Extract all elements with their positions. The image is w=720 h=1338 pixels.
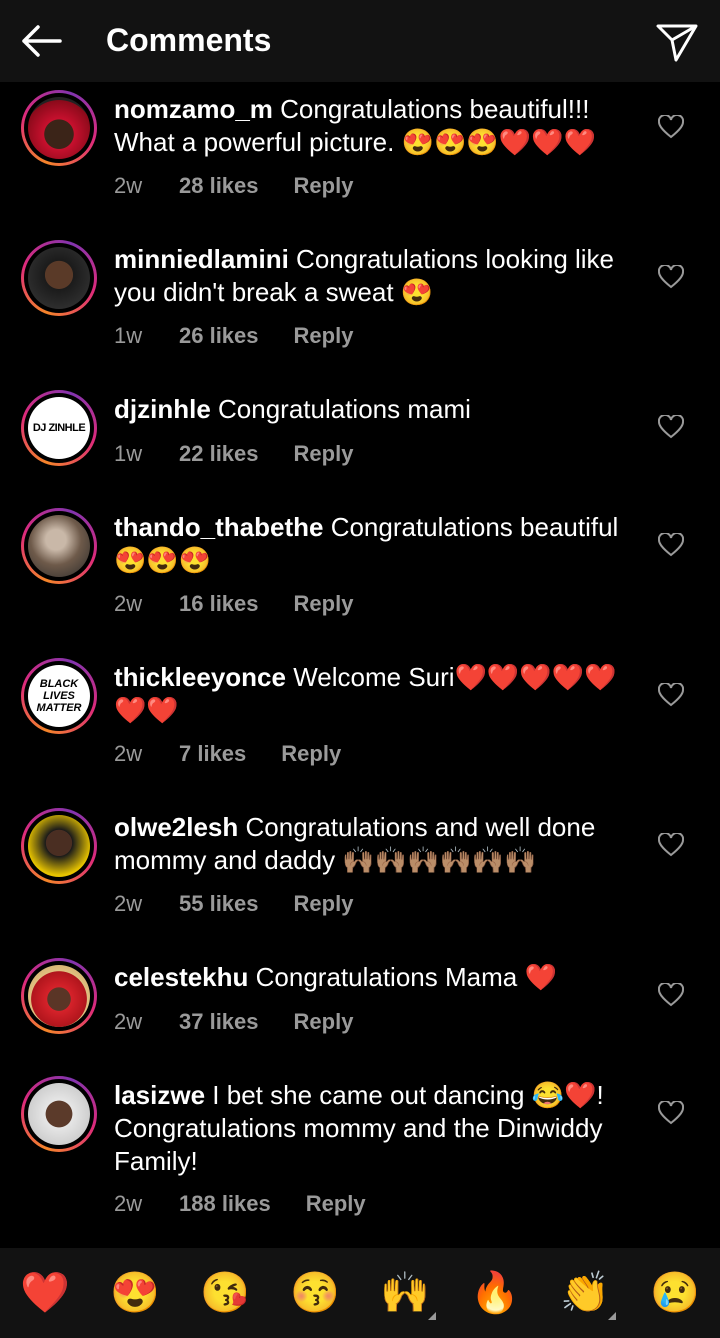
emoji-crying-button[interactable]: 😢 [650,1268,700,1318]
comment-meta: 2w 37 likes Reply [114,1009,353,1035]
comment-time: 2w [114,741,143,766]
comment-text: minniedlamini Congratulations looking li… [114,243,639,309]
comment-text: celestekhu Congratulations Mama ❤️ [114,961,639,994]
comment-text: lasizwe I bet she came out dancing 😂❤️! … [114,1079,639,1178]
comment-username[interactable]: thando_thabethe [114,512,323,542]
heart-outline-icon[interactable] [658,833,684,857]
avatar[interactable] [21,958,97,1034]
comment-username[interactable]: celestekhu [114,962,248,992]
emoji-heart-button[interactable]: ❤️ [20,1268,70,1318]
avatar-logo-text: DJ ZINHLE [28,397,90,459]
comment-username[interactable]: thickleeyonce [114,662,286,692]
heart-outline-icon[interactable] [658,983,684,1007]
comment-username[interactable]: minniedlamini [114,244,289,274]
comment-time: 1w [114,323,143,348]
comment-likes[interactable]: 188 likes [179,1191,271,1217]
avatar[interactable] [21,240,97,316]
comment-meta: 2w 28 likes Reply [114,173,353,199]
comment-text: olwe2lesh Congratulations and well done … [114,811,639,877]
comment-text: thando_thabethe Congratulations beautifu… [114,511,639,577]
emoji-kissing-smile-button[interactable]: 😚 [290,1268,340,1318]
heart-outline-icon[interactable] [658,1101,684,1125]
page-title: Comments [106,22,272,58]
comment-time: 2w [114,891,143,916]
heart-outline-icon[interactable] [658,415,684,439]
comment-username[interactable]: nomzamo_m [114,94,273,124]
avatar-logo-text: BLACK LIVES MATTER [28,665,90,727]
comment-time: 2w [114,173,143,198]
comment-likes[interactable]: 37 likes [179,1009,259,1035]
reply-button[interactable]: Reply [294,891,354,917]
comment-time: 2w [114,1009,143,1034]
comment-likes[interactable]: 55 likes [179,891,259,917]
header-bar: Comments [0,0,720,82]
comment-username[interactable]: lasizwe [114,1080,205,1110]
avatar[interactable] [21,90,97,166]
reply-button[interactable]: Reply [294,323,354,349]
comment-likes[interactable]: 7 likes [179,741,246,767]
comment-time: 2w [114,1191,143,1216]
comment-likes[interactable]: 16 likes [179,591,259,617]
reply-button[interactable]: Reply [294,173,354,199]
skin-tone-indicator-icon [428,1312,436,1320]
comment-text: nomzamo_m Congratulations beautiful!!! W… [114,93,639,159]
avatar[interactable]: BLACK LIVES MATTER [21,658,97,734]
avatar[interactable] [21,808,97,884]
comment-text: djzinhle Congratulations mami [114,393,639,426]
reply-button[interactable]: Reply [294,591,354,617]
comment-meta: 2w 7 likes Reply [114,741,341,767]
heart-outline-icon[interactable] [658,533,684,557]
heart-outline-icon[interactable] [658,265,684,289]
emoji-kiss-button[interactable]: 😘 [200,1268,250,1318]
heart-outline-icon[interactable] [658,683,684,707]
avatar[interactable] [21,1076,97,1152]
emoji-heart-eyes-button[interactable]: 😍 [110,1268,160,1318]
comment-likes[interactable]: 26 likes [179,323,259,349]
back-arrow-icon[interactable] [16,18,66,64]
comment-meta: 2w 188 likes Reply [114,1191,366,1217]
emoji-fire-button[interactable]: 🔥 [470,1268,520,1318]
comment-meta: 1w 22 likes Reply [114,441,353,467]
comment-body: Congratulations Mama ❤️ [255,962,557,992]
comment-text: thickleeyonce Welcome Suri❤️❤️❤️❤️❤️❤️❤️ [114,661,639,727]
comment-likes[interactable]: 28 likes [179,173,259,199]
comment-meta: 1w 26 likes Reply [114,323,353,349]
reply-button[interactable]: Reply [294,441,354,467]
avatar[interactable] [21,508,97,584]
share-send-icon[interactable] [652,18,702,64]
heart-outline-icon[interactable] [658,115,684,139]
emoji-raised-hands-button[interactable]: 🙌 [380,1268,430,1318]
comment-username[interactable]: djzinhle [114,394,211,424]
avatar[interactable]: DJ ZINHLE [21,390,97,466]
reply-button[interactable]: Reply [281,741,341,767]
comment-username[interactable]: olwe2lesh [114,812,238,842]
comment-meta: 2w 55 likes Reply [114,891,353,917]
reply-button[interactable]: Reply [306,1191,366,1217]
comment-time: 2w [114,591,143,616]
comment-likes[interactable]: 22 likes [179,441,259,467]
comment-body: Congratulations mami [218,394,471,424]
skin-tone-indicator-icon [608,1312,616,1320]
comment-time: 1w [114,441,143,466]
emoji-clap-button[interactable]: 👏 [560,1268,610,1318]
reply-button[interactable]: Reply [294,1009,354,1035]
comment-meta: 2w 16 likes Reply [114,591,353,617]
emoji-quick-bar: ❤️ 😍 😘 😚 🙌 🔥 👏 😢 [0,1248,720,1338]
